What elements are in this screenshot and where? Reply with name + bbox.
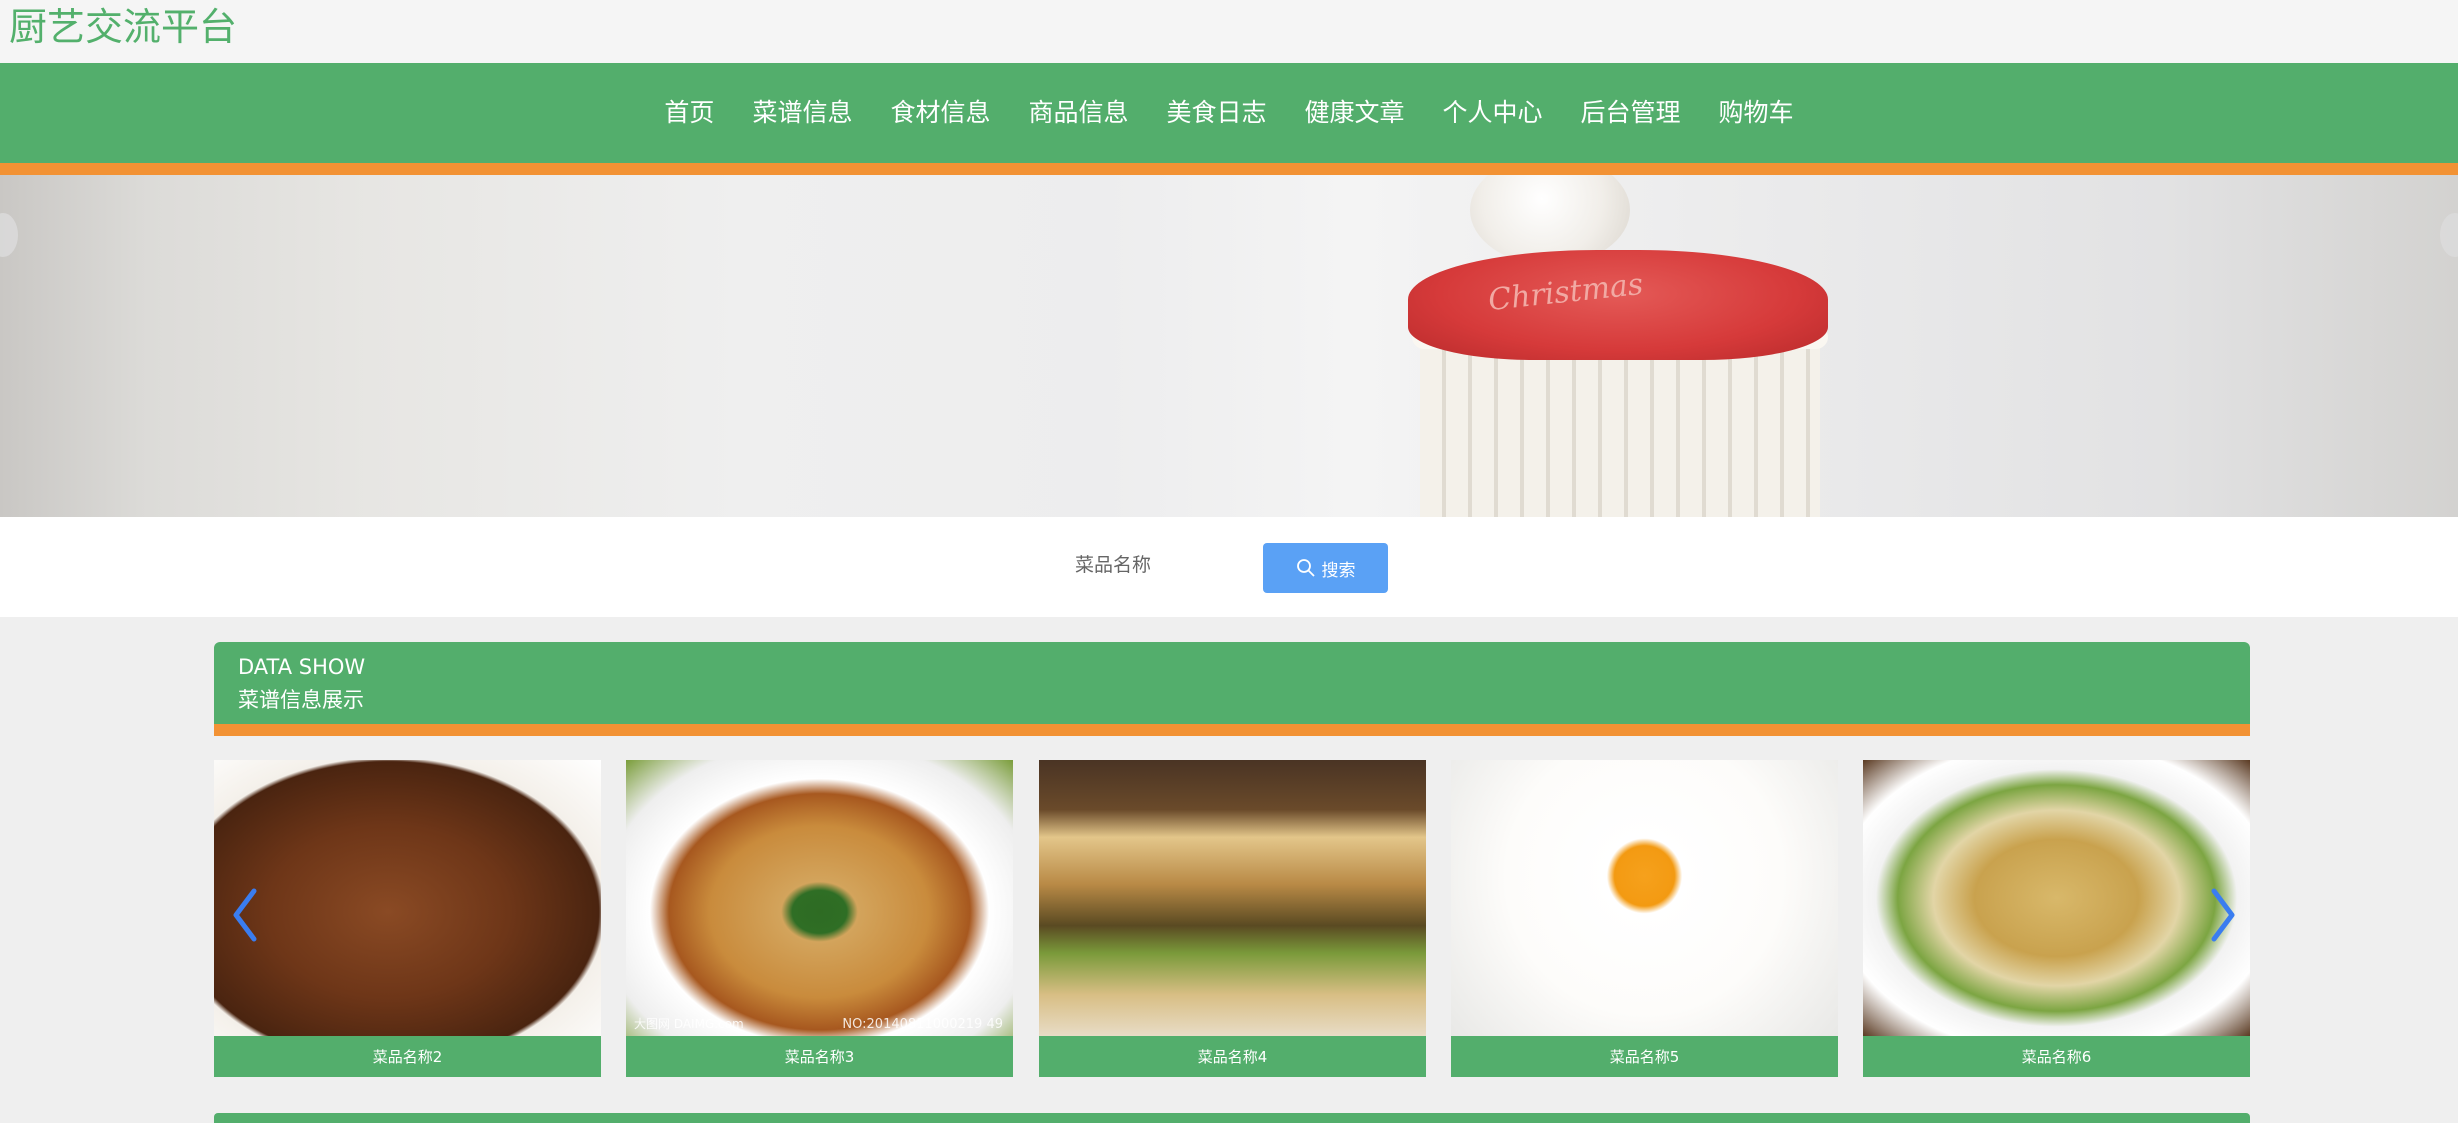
recipe-name: 菜品名称3 xyxy=(626,1036,1013,1077)
nav-item-food-diary[interactable]: 美食日志 xyxy=(1147,63,1285,163)
search-button-label: 搜索 xyxy=(1321,560,1356,580)
search-button[interactable]: 搜索 xyxy=(1263,543,1388,593)
nav-item-health-articles[interactable]: 健康文章 xyxy=(1286,63,1424,163)
nav-item-products[interactable]: 商品信息 xyxy=(1009,63,1147,163)
recipe-image-heart-egg xyxy=(1451,760,1838,1036)
image-watermark: 大图网 DAIMG.com xyxy=(634,1017,744,1031)
search-bar: 搜索 xyxy=(0,517,2458,617)
recipe-name: 菜品名称6 xyxy=(1863,1036,2250,1077)
section-accent-stripe xyxy=(214,724,2250,736)
recipe-image-tofu-broccoli: 大图网 DAIMG.com NO:20140811000219 49 xyxy=(626,760,1013,1036)
next-section-header xyxy=(214,1113,2250,1123)
recipe-name: 菜品名称5 xyxy=(1451,1036,1838,1077)
banner-next-button[interactable] xyxy=(2440,213,2458,257)
search-icon xyxy=(1296,559,1315,577)
recipe-card[interactable]: 菜品名称2 xyxy=(214,760,601,1077)
recipe-card[interactable]: 大图网 DAIMG.com NO:20140811000219 49 菜品名称3 xyxy=(626,760,1013,1077)
banner-carousel[interactable]: Christmas xyxy=(0,175,2458,517)
recipe-card[interactable]: 菜品名称4 xyxy=(1039,760,1426,1077)
recipe-name: 菜品名称2 xyxy=(214,1036,601,1077)
recipe-image-mushroom-soup xyxy=(1863,760,2250,1036)
site-title[interactable]: 厨艺交流平台 xyxy=(9,2,237,52)
nav-item-ingredients[interactable]: 食材信息 xyxy=(871,63,1009,163)
main-navbar: 首页 菜谱信息 食材信息 商品信息 美食日志 健康文章 个人中心 后台管理 购物… xyxy=(0,63,2458,163)
nav-item-recipes[interactable]: 菜谱信息 xyxy=(733,63,871,163)
recipe-section-header: DATA SHOW 菜谱信息展示 xyxy=(214,642,2250,724)
recipe-image-braised-pork xyxy=(214,760,601,1036)
banner-prev-button[interactable] xyxy=(0,213,18,257)
banner-image-cupcake-frosting xyxy=(1408,250,1828,360)
nav-item-cart[interactable]: 购物车 xyxy=(1700,63,1813,163)
chevron-right-icon[interactable] xyxy=(2202,885,2242,945)
nav-menu: 首页 菜谱信息 食材信息 商品信息 美食日志 健康文章 个人中心 后台管理 购物… xyxy=(0,63,2458,163)
section-title-en: DATA SHOW xyxy=(238,655,366,679)
image-code: NO:20140811000219 49 xyxy=(842,1017,1003,1032)
section-title-cn: 菜谱信息展示 xyxy=(238,688,364,712)
nav-item-home[interactable]: 首页 xyxy=(645,63,733,163)
nav-item-personal-center[interactable]: 个人中心 xyxy=(1424,63,1562,163)
top-header: 厨艺交流平台 xyxy=(0,0,2458,63)
recipe-image-tacos xyxy=(1039,760,1426,1036)
nav-item-admin[interactable]: 后台管理 xyxy=(1562,63,1700,163)
chevron-left-icon[interactable] xyxy=(226,885,266,945)
recipe-carousel: 菜品名称2 大图网 DAIMG.com NO:20140811000219 49… xyxy=(214,760,2250,1077)
recipe-card[interactable]: 菜品名称6 xyxy=(1863,760,2250,1077)
navbar-accent-stripe xyxy=(0,163,2458,175)
recipe-card[interactable]: 菜品名称5 xyxy=(1451,760,1838,1077)
dish-name-search-input[interactable] xyxy=(1075,547,1255,583)
recipe-name: 菜品名称4 xyxy=(1039,1036,1426,1077)
